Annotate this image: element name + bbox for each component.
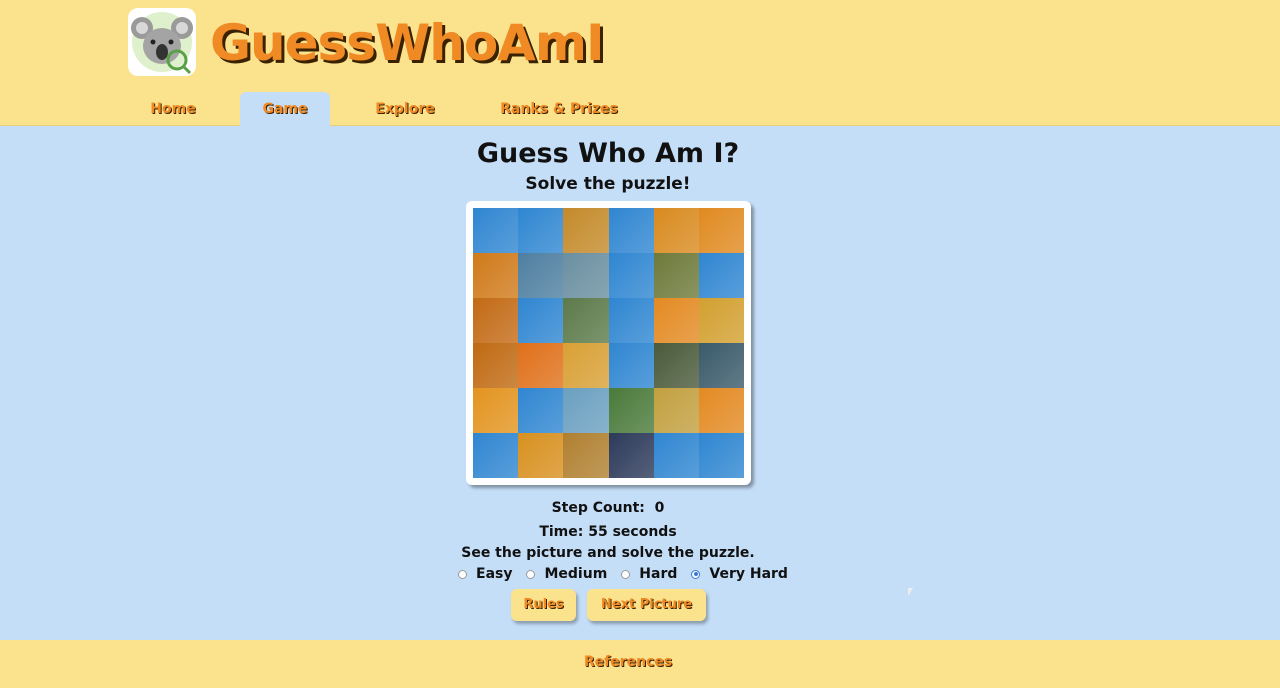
puzzle-tile[interactable]	[473, 208, 519, 253]
difficulty-easy-radio[interactable]	[458, 569, 467, 579]
puzzle-tile[interactable]	[653, 388, 699, 433]
puzzle-tile[interactable]	[698, 298, 744, 343]
difficulty-selector: Easy Medium Hard Very Hard	[458, 565, 802, 583]
puzzle-tile[interactable]	[563, 298, 609, 343]
puzzle-tile[interactable]	[518, 253, 564, 298]
puzzle-tile[interactable]	[473, 298, 519, 343]
puzzle-tile[interactable]	[608, 388, 654, 433]
puzzle-tile[interactable]	[563, 343, 609, 388]
game-main: Guess Who Am I? Solve the puzzle! Step C…	[0, 126, 1280, 640]
puzzle-tile[interactable]	[518, 208, 564, 253]
puzzle-tile[interactable]	[698, 388, 744, 433]
mouse-cursor-icon	[908, 588, 913, 596]
puzzle-tile[interactable]	[653, 298, 699, 343]
puzzle-tile[interactable]	[653, 253, 699, 298]
main-nav: Home Game Explore Ranks & Prizes	[0, 92, 1280, 126]
site-footer: References	[0, 640, 1280, 688]
timer: Time: 55 seconds	[539, 524, 677, 540]
nav-ranks-prizes[interactable]: Ranks & Prizes	[490, 92, 628, 126]
puzzle-tile[interactable]	[563, 253, 609, 298]
puzzle-tile[interactable]	[653, 208, 699, 253]
difficulty-medium-radio[interactable]	[526, 569, 536, 579]
puzzle-tile[interactable]	[563, 433, 609, 478]
difficulty-easy-label[interactable]: Easy	[476, 566, 512, 582]
puzzle-tile[interactable]	[698, 433, 744, 478]
nav-game[interactable]: Game	[240, 92, 330, 126]
puzzle-frame	[466, 201, 751, 485]
puzzle-tile[interactable]	[608, 208, 654, 253]
page-subtitle: Solve the puzzle!	[525, 174, 691, 194]
puzzle-tile[interactable]	[518, 298, 564, 343]
puzzle-tile[interactable]	[608, 298, 654, 343]
puzzle-tile[interactable]	[473, 388, 519, 433]
next-picture-button[interactable]: Next Picture	[587, 589, 706, 621]
difficulty-very-hard-label[interactable]: Very Hard	[709, 566, 788, 582]
puzzle-tile[interactable]	[608, 253, 654, 298]
puzzle-tile[interactable]	[518, 343, 564, 388]
step-count-value: 0	[654, 500, 665, 516]
difficulty-hard-label[interactable]: Hard	[639, 566, 677, 582]
nav-explore[interactable]: Explore	[360, 92, 450, 126]
instruction-text: See the picture and solve the puzzle.	[461, 545, 755, 561]
puzzle-tile[interactable]	[563, 388, 609, 433]
difficulty-very-hard-radio[interactable]	[691, 569, 701, 579]
puzzle-tile[interactable]	[473, 433, 519, 478]
puzzle-tile[interactable]	[608, 343, 654, 388]
koala-logo[interactable]	[128, 8, 196, 76]
puzzle-tile[interactable]	[698, 343, 744, 388]
puzzle-tile[interactable]	[608, 433, 654, 478]
site-header: GuessWhoAmI Home Game Explore Ranks & Pr…	[0, 0, 1280, 126]
puzzle-tile[interactable]	[653, 433, 699, 478]
nav-home[interactable]: Home	[128, 92, 218, 126]
step-count: Step Count: 0	[0, 500, 1216, 516]
difficulty-medium-label[interactable]: Medium	[544, 566, 607, 582]
puzzle-tile[interactable]	[518, 433, 564, 478]
puzzle-tile[interactable]	[473, 253, 519, 298]
puzzle-tile[interactable]	[653, 343, 699, 388]
puzzle-tile[interactable]	[563, 208, 609, 253]
puzzle-tile[interactable]	[698, 253, 744, 298]
difficulty-hard-radio[interactable]	[621, 569, 631, 579]
references-link[interactable]: References	[0, 654, 1256, 670]
puzzle-tile[interactable]	[518, 388, 564, 433]
page-title: Guess Who Am I?	[476, 138, 740, 169]
puzzle-board	[473, 208, 744, 478]
rules-button[interactable]: Rules	[511, 589, 576, 621]
step-count-label: Step Count:	[551, 500, 645, 516]
puzzle-tile[interactable]	[698, 208, 744, 253]
brand-title: GuessWhoAmI	[210, 14, 605, 72]
puzzle-tile[interactable]	[473, 343, 519, 388]
